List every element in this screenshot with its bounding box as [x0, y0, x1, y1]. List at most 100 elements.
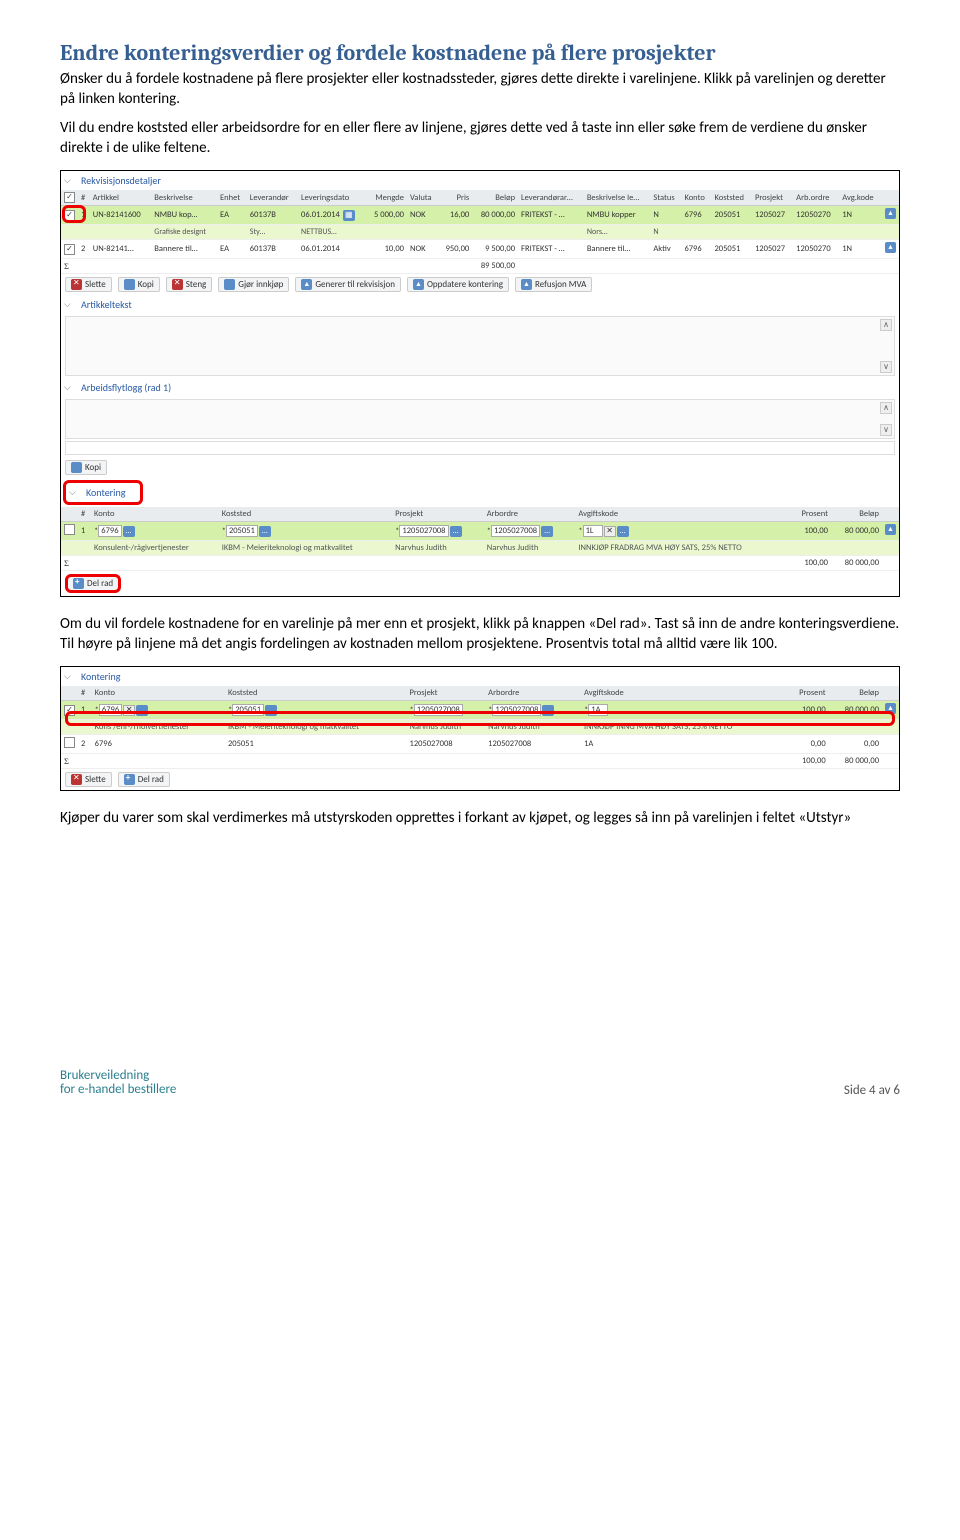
scroll-down-icon[interactable]: ∨ [880, 424, 892, 436]
col-arbordre: Arb.ordre [793, 190, 839, 206]
delete-icon [71, 279, 82, 290]
col-beskrivelse: Beskrivelse [151, 190, 217, 206]
scroll-up-icon[interactable]: ∧ [880, 319, 892, 331]
cell: Konsulent-/rågivertjenester [91, 541, 219, 556]
refusjon-button[interactable]: Refusjon MVA [515, 277, 592, 292]
label: Del rad [138, 774, 164, 785]
col-prosjekt: Prosjekt [752, 190, 793, 206]
calendar-icon[interactable]: ▦ [343, 210, 355, 221]
scroll-down-icon[interactable]: ∨ [880, 361, 892, 373]
cell: 60137B [247, 206, 298, 225]
intro-para-2: Vil du endre koststed eller arbeidsordre… [60, 119, 900, 158]
row-checkbox[interactable]: ✓ [64, 244, 75, 255]
cell: EA [217, 240, 247, 259]
koststed-input[interactable]: 205051 [226, 525, 258, 537]
del-rad-button[interactable]: Del rad [65, 574, 121, 593]
label: Oppdatere kontering [427, 279, 503, 290]
scroll-up-icon[interactable]: ∧ [880, 402, 892, 414]
konto-input[interactable]: 6796 [98, 525, 121, 537]
slette-button[interactable]: Slette [65, 772, 112, 787]
col: Konto [92, 686, 225, 701]
artikkeltekst-textarea[interactable]: ∧∨ [65, 316, 895, 376]
expand-icon[interactable] [885, 208, 896, 219]
avgift-input[interactable]: 1L [583, 525, 603, 537]
lookup-icon[interactable]: … [541, 526, 553, 537]
select-all-checkbox[interactable]: ✓ [64, 192, 75, 203]
para-utstyr: Kjøper du varer som skal verdimerkes må … [60, 809, 900, 829]
kontering-row[interactable]: 2 6796 205051 1205027008 1205027008 1A 0… [61, 735, 899, 754]
page-number: Side 4 av 6 [844, 1083, 900, 1098]
lookup-icon[interactable]: … [617, 526, 629, 537]
kontering-table-2: # Konto Koststed Prosjekt Arbordre Avgif… [61, 686, 899, 769]
cell: Narvhus Judith [484, 541, 576, 556]
section-arbeidsflyt: Arbeidsflytlogg (rad 1) [77, 379, 175, 396]
kopi-button-2[interactable]: Kopi [65, 460, 107, 475]
label: Steng [186, 279, 207, 290]
cell: 6796 [681, 206, 711, 225]
cell: FRITEKST - … [518, 206, 584, 225]
section-kontering: Kontering [77, 668, 124, 685]
label: Del rad [87, 578, 113, 589]
collapse-icon[interactable]: ⌵ [64, 175, 74, 186]
input-line[interactable] [65, 441, 895, 455]
cell: 1A [581, 735, 786, 754]
sum-row: Σ 100,00 80 000,00 [61, 556, 899, 571]
cell: 1205027008 [485, 735, 581, 754]
oppdatere-button[interactable]: Oppdatere kontering [407, 277, 509, 292]
cell: 100,00 [790, 522, 831, 541]
row-checkbox[interactable] [64, 737, 75, 748]
table-row[interactable]: ✓ 1 UN-82141600 NMBU kop… EA 60137B 06.0… [61, 206, 899, 225]
footer-title-2: for e-handel bestillere [60, 1083, 176, 1098]
col-pris: Pris [438, 190, 472, 206]
expand-icon[interactable] [885, 524, 896, 535]
cell: 1205027008 [407, 735, 486, 754]
prosjekt-input[interactable]: 1205027008 [399, 525, 448, 537]
arbordre-input[interactable]: 1205027008 [491, 525, 540, 537]
col-leveringsdato: Leveringsdato [298, 190, 366, 206]
lookup-icon[interactable]: … [450, 526, 462, 537]
cell: 0,00 [829, 735, 882, 754]
collapse-icon[interactable]: ⌵ [64, 671, 74, 682]
cell: Grafiske designt [151, 225, 217, 240]
generer-button[interactable]: Generer til rekvisisjon [295, 277, 401, 292]
kopi-button[interactable]: Kopi [118, 277, 160, 292]
clear-icon[interactable]: ✕ [604, 526, 616, 537]
col-enhet: Enhet [217, 190, 247, 206]
slette-button[interactable]: Slette [65, 277, 112, 292]
page-heading: Endre konteringsverdier og fordele kostn… [60, 40, 900, 66]
col-koststed: Koststed [712, 190, 752, 206]
collapse-icon[interactable]: ⌵ [64, 299, 74, 310]
cell: NOK [407, 240, 439, 259]
col: Prosent [790, 507, 831, 522]
cell: EA [217, 206, 247, 225]
update-icon [413, 279, 424, 290]
lookup-icon[interactable]: … [259, 526, 271, 537]
col-num: # [78, 190, 90, 206]
col: Beløp [829, 686, 882, 701]
collapse-icon[interactable]: ⌵ [64, 382, 74, 393]
kontering-row[interactable]: 1 *6796… *205051… *1205027008… *12050270… [61, 522, 899, 541]
refund-icon [521, 279, 532, 290]
add-icon [73, 578, 84, 589]
section-kontering[interactable]: Kontering [82, 484, 129, 501]
cell: INNKJØP FRADRAG MVA HØY SATS, 25% NETTO [575, 541, 789, 556]
section-title-rekvisisjon: Rekvisisjonsdetaljer [77, 172, 165, 189]
cell: 950,00 [438, 240, 472, 259]
steng-button[interactable]: Steng [166, 277, 213, 292]
delete-icon [71, 774, 82, 785]
expand-icon[interactable] [885, 242, 896, 253]
table-row[interactable]: ✓ 2 UN-82141… Bannere til… EA 60137B 06.… [61, 240, 899, 259]
add-icon [124, 774, 135, 785]
col-beskle: Beskrivelse le… [584, 190, 651, 206]
cell: NOK [407, 206, 439, 225]
lookup-icon[interactable]: … [123, 526, 135, 537]
cell: 12050270 [793, 206, 839, 225]
del-rad-button[interactable]: Del rad [118, 772, 170, 787]
cell: 1N [839, 240, 882, 259]
gjor-innkjop-button[interactable]: Gjør innkjøp [218, 277, 289, 292]
collapse-icon[interactable]: ⌵ [69, 487, 79, 498]
col: Koststed [225, 686, 407, 701]
col: Prosjekt [392, 507, 484, 522]
col: Arbordre [485, 686, 581, 701]
row-checkbox[interactable] [64, 524, 75, 535]
